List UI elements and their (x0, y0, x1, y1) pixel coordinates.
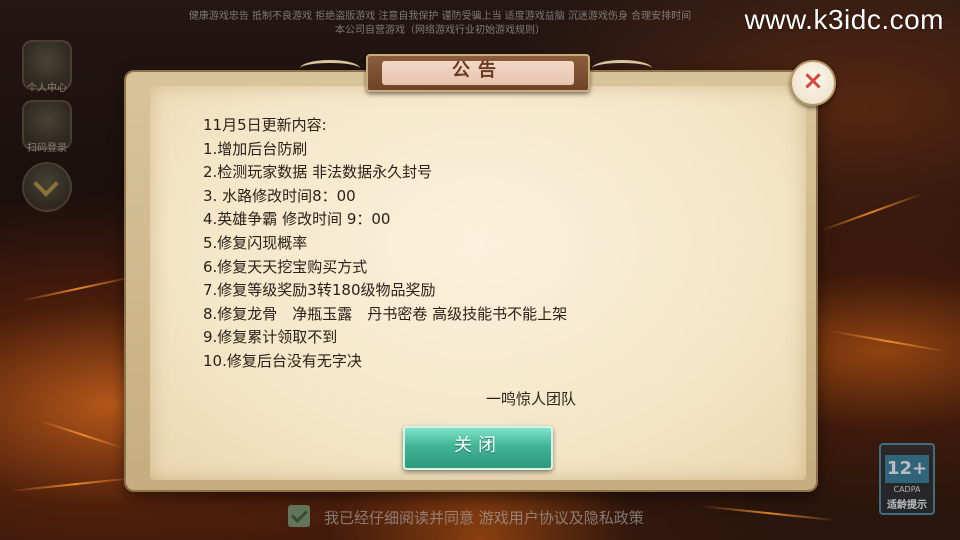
close-button[interactable]: 关闭 (403, 426, 553, 470)
dialog-title-banner: 公告 (366, 54, 590, 92)
title-ornament-left (300, 60, 360, 77)
age-rating-badge[interactable]: 12+ CADPA 适龄提示 (879, 443, 935, 515)
health-notice: 健康游戏忠告 抵制不良游戏 拒绝盗版游戏 注意自我保护 谨防受骗上当 适度游戏益… (120, 10, 760, 38)
announcement-item: 7.修复等级奖励3转180级物品奖励 (203, 281, 436, 300)
lava-crack (19, 275, 138, 302)
lava-crack (9, 476, 140, 492)
announcement-signature: 一鸣惊人团队 (486, 390, 577, 408)
user-center-label: 个人中心 (27, 83, 67, 94)
close-icon[interactable]: × (790, 60, 836, 106)
health-notice-line-1: 健康游戏忠告 抵制不良游戏 拒绝盗版游戏 注意自我保护 谨防受骗上当 适度游戏益… (188, 11, 692, 22)
scan-login-button[interactable]: 扫码登录 (22, 100, 72, 154)
announcement-item: 8.修复龙骨 净瓶玉露 丹书密卷 高级技能书不能上架 (203, 304, 568, 323)
announcement-heading: 11月5日更新内容: (203, 116, 327, 134)
announcement-item: 10.修复后台没有无字决 (203, 351, 362, 370)
announcement-item: 5.修复闪现概率 (203, 233, 308, 252)
age-rating-number: 12+ (885, 455, 929, 483)
expand-menu-button[interactable] (22, 162, 72, 212)
announcement-item: 3. 水路修改时间8：00 (203, 186, 356, 205)
announcement-content: 11月5日更新内容: 1.增加后台防刷 2.检测玩家数据 非法数据永久封号 3.… (203, 114, 763, 374)
lava-crack (829, 330, 949, 353)
announcement-item: 1.增加后台防刷 (203, 139, 308, 158)
title-ornament-right (592, 60, 652, 77)
agreement-link[interactable]: 我已经仔细阅读并同意 游戏用户协议及隐私政策 (324, 507, 644, 528)
announcement-item: 6.修复天天挖宝购买方式 (203, 257, 368, 276)
scan-login-label: 扫码登录 (27, 143, 67, 154)
announcement-item: 2.检测玩家数据 非法数据永久封号 (203, 163, 433, 182)
watermark: www.k3idc.com (744, 4, 944, 35)
lava-crack (39, 420, 126, 450)
announcement-item: 9.修复累计领取不到 (203, 328, 338, 347)
health-notice-line-2: 本公司自营游戏（网络游戏行业初始游戏规则） (335, 25, 545, 36)
lava-crack (699, 505, 840, 522)
announcement-item: 4.英雄争霸 修改时间 9：00 (203, 210, 391, 229)
checkbox-check-icon (291, 506, 308, 523)
chevron-down-icon (33, 171, 59, 197)
game-screen: 健康游戏忠告 抵制不良游戏 拒绝盗版游戏 注意自我保护 谨防受骗上当 适度游戏益… (0, 0, 960, 540)
agreement-checkbox[interactable] (288, 505, 310, 527)
user-center-button[interactable]: 个人中心 (22, 40, 72, 94)
age-rating-org: CADPA (893, 485, 921, 494)
lava-crack (819, 192, 924, 232)
close-x-glyph: × (802, 66, 824, 96)
age-rating-tip: 适龄提示 (887, 500, 927, 511)
dialog-title: 公告 (382, 61, 574, 85)
